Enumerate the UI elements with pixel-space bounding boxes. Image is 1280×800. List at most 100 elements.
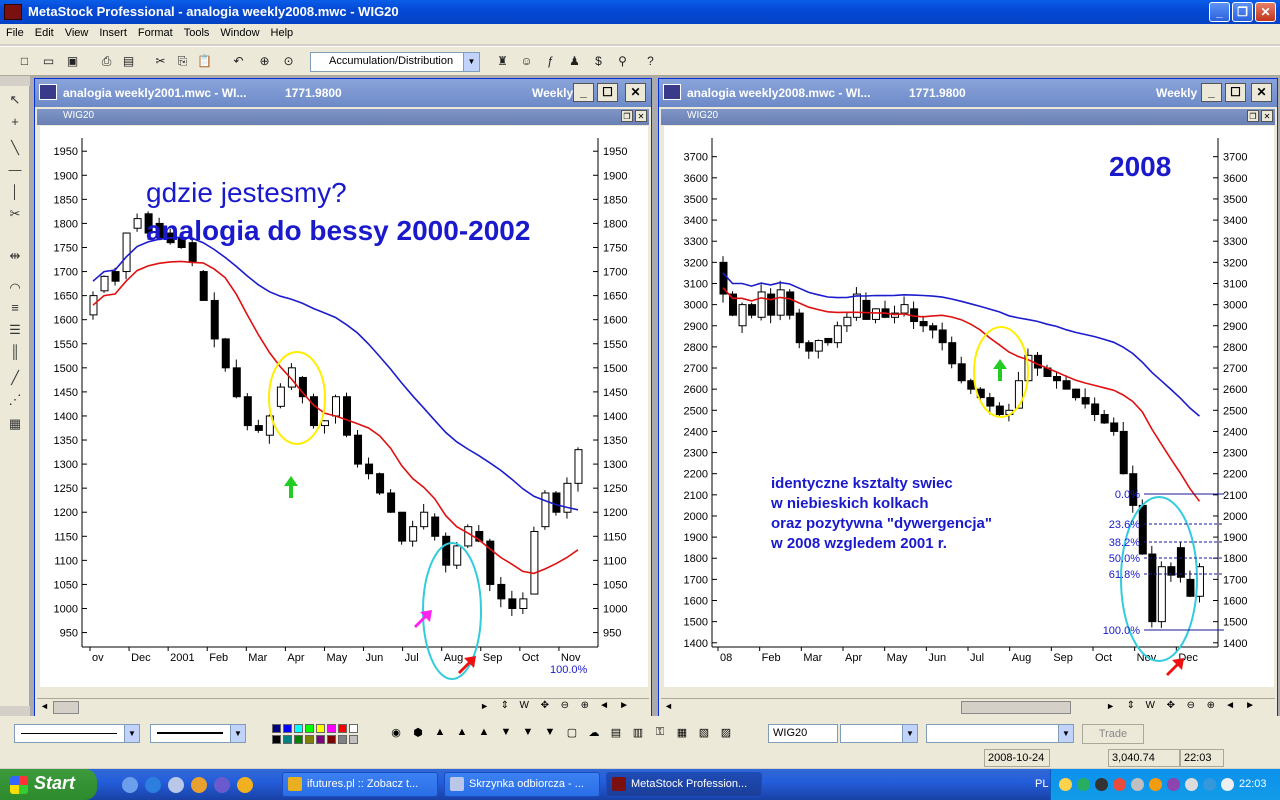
chart-minimize-button[interactable]: _ (1201, 83, 1222, 102)
color-swatch[interactable] (272, 735, 281, 744)
scroll-tool-icon[interactable]: ◄ (599, 700, 609, 711)
chart-tool-icon[interactable]: ▼ (498, 726, 514, 742)
vertical-line-icon[interactable]: │ (6, 184, 24, 202)
tray-icon[interactable] (1095, 778, 1108, 791)
close-button[interactable]: ✕ (1255, 2, 1276, 22)
chevron-down-icon[interactable]: ▼ (1058, 725, 1073, 742)
menu-help[interactable]: Help (265, 24, 299, 39)
chrome-icon[interactable] (237, 777, 253, 793)
close-inner-icon[interactable]: ✕ (635, 110, 647, 122)
scroll-tool-icon[interactable]: ► (619, 700, 629, 711)
start-button[interactable]: Start (0, 769, 97, 800)
menu-window[interactable]: Window (214, 24, 264, 39)
chevron-down-icon[interactable]: ▼ (902, 725, 917, 742)
menu-tools[interactable]: Tools (178, 24, 215, 39)
chart-plot-2001[interactable]: 1950 1950 1900 1900 1850 1850 1800 1800 1750 1750… (40, 126, 648, 722)
chart-hscroll-2008[interactable]: ◄ ► ⇕ W ✥ ⊖ ⊕ ◄ ► (661, 698, 1275, 715)
fibonacci-retracement-icon[interactable]: ☰ (6, 322, 24, 340)
ray-icon[interactable]: ╱ (6, 370, 24, 388)
search-icon[interactable]: ⚲ (614, 53, 631, 70)
copy-icon[interactable]: ⎘ (174, 53, 191, 70)
zoom-icon[interactable]: ⊙ (280, 53, 297, 70)
scroll-thumb[interactable] (53, 701, 79, 714)
menu-file[interactable]: File (0, 24, 29, 39)
help-icon[interactable]: ? (642, 53, 659, 70)
horizontal-line-icon[interactable]: — (6, 162, 24, 180)
scroll-tool-icon[interactable]: W (520, 700, 529, 711)
indicator-select[interactable]: Accumulation/Distribution ▼ (310, 52, 480, 72)
tray-icon[interactable] (1221, 778, 1234, 791)
tray-icon[interactable] (1203, 778, 1216, 791)
undo-icon[interactable]: ↶ (230, 53, 247, 70)
color-swatch[interactable] (327, 735, 336, 744)
color-swatch[interactable] (305, 724, 314, 733)
minimize-button[interactable]: _ (1209, 2, 1230, 22)
trade-button[interactable]: Trade (1082, 724, 1144, 744)
color-swatch[interactable] (272, 724, 281, 733)
color-swatch[interactable] (305, 735, 314, 744)
line-weight-select[interactable]: ▼ (150, 724, 246, 743)
open-icon[interactable]: ▭ (40, 53, 57, 70)
time-zones-icon[interactable]: ║ (6, 344, 24, 362)
chevron-down-icon[interactable]: ▼ (230, 725, 245, 742)
scroll-tool-icon[interactable]: ✥ (541, 700, 549, 711)
outlook-icon[interactable] (168, 777, 184, 793)
print-preview-icon[interactable]: ▤ (120, 53, 137, 70)
restore-inner-icon[interactable]: ❐ (621, 110, 633, 122)
scroll-tool-icon[interactable]: ⊕ (581, 700, 589, 711)
scroll-tool-icon[interactable]: ► (1245, 700, 1255, 711)
menu-insert[interactable]: Insert (93, 24, 132, 39)
chart-maximize-button[interactable]: ☐ (1225, 83, 1246, 102)
color-swatch[interactable] (349, 724, 358, 733)
arc-icon[interactable]: ◠ (6, 280, 24, 298)
fibonacci-fan-icon[interactable]: ≡ (6, 300, 24, 318)
chart-tool-icon[interactable]: ▨ (718, 726, 734, 742)
internet-explorer-icon[interactable] (145, 777, 161, 793)
chart-tool-icon[interactable]: ⬢ (410, 726, 426, 742)
tray-icon[interactable] (1185, 778, 1198, 791)
menu-edit[interactable]: Edit (29, 24, 59, 39)
restore-button[interactable]: ❐ (1232, 2, 1253, 22)
chart-tool-icon[interactable]: ☁ (586, 726, 602, 742)
period-select[interactable]: ▼ (840, 724, 918, 743)
cycle-lines-icon[interactable]: ⇹ (6, 248, 24, 266)
scroll-right-icon[interactable]: ► (480, 701, 489, 711)
cross-tool-icon[interactable]: + (6, 114, 24, 132)
chart-tool-icon[interactable]: ▦ (674, 726, 690, 742)
app-v-icon[interactable] (214, 777, 230, 793)
chevron-down-icon[interactable]: ▼ (463, 53, 479, 71)
chart-tool-icon[interactable]: ◉ (388, 726, 404, 742)
chart-close-button[interactable]: ✕ (1251, 83, 1272, 102)
tray-icon[interactable] (1131, 778, 1144, 791)
chart-plot-2008[interactable]: 3700 3700 3600 3600 3500 3500 3400 3400 3300 3300… (664, 126, 1274, 718)
chart-hscroll-2001[interactable]: ◄ ► ⇕ W ✥ ⊖ ⊕ ◄ ► (37, 698, 649, 715)
show-desktop-icon[interactable] (122, 777, 138, 793)
media-icon[interactable] (191, 777, 207, 793)
gann-fan-icon[interactable]: ⋰ (6, 392, 24, 410)
scroll-left-icon[interactable]: ◄ (664, 701, 673, 711)
scroll-thumb[interactable] (961, 701, 1071, 714)
gann-grid-icon[interactable]: ▦ (6, 416, 24, 434)
scroll-tool-icon[interactable]: W (1146, 700, 1155, 711)
formula-icon[interactable]: ƒ (542, 53, 559, 70)
print-icon[interactable]: ⎙ (98, 53, 115, 70)
chart-tool-icon[interactable]: ▧ (696, 726, 712, 742)
chart-tool-icon[interactable]: ▼ (520, 726, 536, 742)
tray-icon[interactable] (1113, 778, 1126, 791)
chart-tool-icon[interactable]: ▼ (542, 726, 558, 742)
color-swatch[interactable] (349, 735, 358, 744)
color-swatch[interactable] (294, 735, 303, 744)
save-icon[interactable]: ▣ (64, 53, 81, 70)
chart-minimize-button[interactable]: _ (573, 83, 594, 102)
chart-maximize-button[interactable]: ☐ (597, 83, 618, 102)
scroll-tool-icon[interactable]: ⊖ (1187, 700, 1195, 711)
menu-format[interactable]: Format (132, 24, 178, 39)
symbol-field[interactable]: WIG20 (768, 724, 838, 743)
tray-icon[interactable] (1077, 778, 1090, 791)
chart-tool-icon[interactable]: ▲ (432, 726, 448, 742)
security-select[interactable]: ▼ (926, 724, 1074, 743)
cut-icon[interactable]: ✂ (152, 53, 169, 70)
scroll-tool-icon[interactable]: ⊖ (561, 700, 569, 711)
scroll-tool-icon[interactable]: ✥ (1167, 700, 1175, 711)
chart-tool-icon[interactable]: ▲ (476, 726, 492, 742)
